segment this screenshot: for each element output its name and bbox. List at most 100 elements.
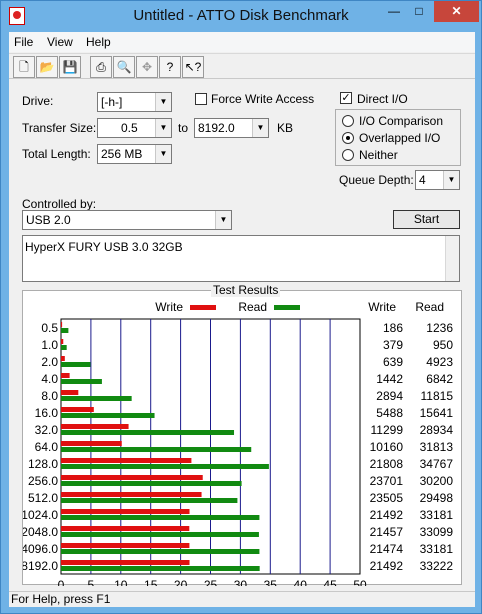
read-bar xyxy=(61,345,67,350)
start-button[interactable]: Start xyxy=(393,210,460,229)
overlapped-io-label: Overlapped I/O xyxy=(359,131,441,145)
write-value: 23505 xyxy=(370,491,404,505)
drive-select[interactable]: [-h-] ▼ xyxy=(97,92,172,112)
write-value: 379 xyxy=(383,338,403,352)
chevron-down-icon[interactable]: ▼ xyxy=(215,211,231,229)
legend-write-swatch xyxy=(190,305,216,310)
legend-write-label: Write xyxy=(155,300,183,314)
io-comparison-label: I/O Comparison xyxy=(359,114,444,128)
io-comparison-radio[interactable] xyxy=(342,115,354,127)
write-bar xyxy=(61,407,94,412)
y-tick-label: 32.0 xyxy=(35,423,59,437)
transfer-size-to-select[interactable]: 8192.0 ▼ xyxy=(194,118,269,138)
y-tick-label: 256.0 xyxy=(28,474,58,488)
chevron-down-icon[interactable]: ▼ xyxy=(443,171,459,189)
write-bar xyxy=(61,356,65,361)
write-value: 23701 xyxy=(370,474,404,488)
write-bar xyxy=(61,390,79,395)
total-length-select[interactable]: 256 MB ▼ xyxy=(97,144,172,164)
menu-view[interactable]: View xyxy=(47,35,73,49)
help-icon[interactable]: ? xyxy=(159,56,181,78)
transfer-to-value: 8192.0 xyxy=(198,121,235,135)
read-value: 950 xyxy=(433,338,453,352)
write-bar xyxy=(61,441,122,446)
app-window: Untitled - ATTO Disk Benchmark — □ ✕ Fil… xyxy=(0,0,482,614)
client-area: File View Help 🗋 📂 💾 ⎙ 🔍 ✥ ? ↖? Drive: [… xyxy=(9,32,475,607)
write-bar xyxy=(61,475,203,480)
read-bar xyxy=(61,413,155,418)
y-tick-label: 4.0 xyxy=(41,372,58,386)
transfer-size-from-select[interactable]: 0.5 ▼ xyxy=(97,118,172,138)
drive-value: [-h-] xyxy=(101,95,123,109)
move-icon[interactable]: ✥ xyxy=(136,56,158,78)
force-write-label: Force Write Access xyxy=(211,92,315,106)
write-value: 10160 xyxy=(370,440,404,454)
write-value: 21474 xyxy=(370,542,404,556)
write-bar xyxy=(61,339,64,344)
chevron-down-icon[interactable]: ▼ xyxy=(155,93,171,111)
title-bar[interactable]: Untitled - ATTO Disk Benchmark — □ ✕ xyxy=(1,1,481,31)
neither-radio[interactable] xyxy=(342,149,354,161)
controlled-by-label: Controlled by: xyxy=(22,197,97,211)
overlapped-io-radio[interactable] xyxy=(342,132,354,144)
read-column-header: Read xyxy=(415,300,444,314)
transfer-from-value: 0.5 xyxy=(121,121,138,135)
save-icon[interactable]: 💾 xyxy=(59,56,81,78)
context-help-icon[interactable]: ↖? xyxy=(182,56,204,78)
results-title: Test Results xyxy=(211,283,281,297)
x-tick-label: 10 xyxy=(114,578,128,586)
write-bar xyxy=(61,509,190,514)
io-mode-group: I/O Comparison Overlapped I/O Neither xyxy=(335,109,461,166)
x-tick-label: 30 xyxy=(234,578,248,586)
read-value: 15641 xyxy=(420,406,454,420)
queue-depth-select[interactable]: 4 ▼ xyxy=(415,170,460,190)
write-value: 5488 xyxy=(376,406,403,420)
print-icon[interactable]: ⎙ xyxy=(90,56,112,78)
direct-io-checkbox[interactable]: ✓ xyxy=(340,92,352,104)
read-bar xyxy=(61,481,242,486)
y-tick-label: 8192.0 xyxy=(23,559,58,573)
chevron-down-icon[interactable]: ▼ xyxy=(155,145,171,163)
to-label: to xyxy=(178,121,189,135)
read-bar xyxy=(61,464,269,469)
chevron-down-icon[interactable]: ▼ xyxy=(252,119,268,137)
y-tick-label: 1024.0 xyxy=(23,508,58,522)
read-value: 33181 xyxy=(420,542,454,556)
minimize-button[interactable]: — xyxy=(381,1,407,22)
read-bar xyxy=(61,379,102,384)
y-tick-label: 128.0 xyxy=(28,457,58,471)
x-tick-label: 20 xyxy=(174,578,188,586)
read-bar xyxy=(61,447,252,452)
write-bar xyxy=(61,373,70,378)
menu-help[interactable]: Help xyxy=(86,35,111,49)
write-value: 2894 xyxy=(376,389,403,403)
toolbar: 🗋 📂 💾 ⎙ 🔍 ✥ ? ↖? xyxy=(9,53,475,79)
open-icon[interactable]: 📂 xyxy=(36,56,58,78)
read-value: 31813 xyxy=(420,440,454,454)
new-icon[interactable]: 🗋 xyxy=(13,56,35,78)
read-bar xyxy=(61,566,260,571)
read-value: 33181 xyxy=(420,508,454,522)
menu-file[interactable]: File xyxy=(14,35,33,49)
menu-bar: File View Help xyxy=(9,32,475,52)
read-bar xyxy=(61,430,235,435)
print-preview-icon[interactable]: 🔍 xyxy=(113,56,135,78)
read-value: 11815 xyxy=(421,389,454,403)
write-bar xyxy=(61,322,63,327)
chevron-down-icon[interactable]: ▼ xyxy=(155,119,171,137)
write-value: 21492 xyxy=(370,559,404,573)
x-tick-label: 50 xyxy=(353,578,367,586)
x-tick-label: 35 xyxy=(264,578,278,586)
read-value: 33222 xyxy=(420,559,454,573)
textarea-scrollbar[interactable] xyxy=(445,236,459,281)
controlled-by-value: USB 2.0 xyxy=(26,213,71,227)
test-results-panel: Test Results 05101520253035404550Transfe… xyxy=(21,283,462,605)
read-value: 4923 xyxy=(426,355,453,369)
force-write-checkbox[interactable] xyxy=(195,93,207,105)
close-button[interactable]: ✕ xyxy=(434,1,479,22)
read-value: 33099 xyxy=(420,525,454,539)
maximize-button[interactable]: □ xyxy=(406,1,432,22)
description-textarea[interactable]: HyperX FURY USB 3.0 32GB xyxy=(22,235,460,282)
read-bar xyxy=(61,362,91,367)
controlled-by-select[interactable]: USB 2.0 ▼ xyxy=(22,210,232,230)
